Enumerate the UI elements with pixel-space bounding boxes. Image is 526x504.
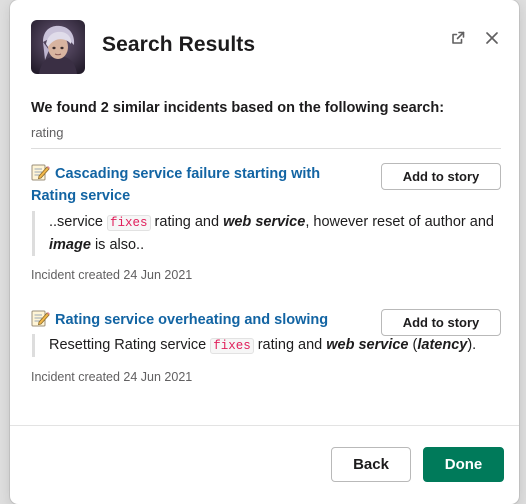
search-results-modal: Search Results We found 2 similar incide… xyxy=(10,0,519,504)
close-icon[interactable] xyxy=(482,28,502,48)
done-button[interactable]: Done xyxy=(423,447,504,482)
intro-text: We found 2 similar incidents based on th… xyxy=(31,100,445,116)
snippet-text: rating and xyxy=(253,337,327,353)
modal-title: Search Results xyxy=(102,33,256,56)
incident-created-date: Incident created 24 Jun 2021 xyxy=(31,268,193,282)
result-item: Rating service overheating and slowing A… xyxy=(31,309,501,384)
add-to-story-button[interactable]: Add to story xyxy=(381,309,501,336)
result-snippet: ..service fixes rating and web service, … xyxy=(32,211,501,256)
snippet-keyword: fixes xyxy=(210,338,254,354)
footer-divider xyxy=(10,425,519,426)
snippet-text: rating and xyxy=(150,214,224,230)
modal-header: Search Results xyxy=(10,0,519,90)
snippet-text: ). xyxy=(467,337,477,353)
snippet-keyword: fixes xyxy=(107,215,151,231)
snippet-emphasis: web service xyxy=(223,214,306,230)
result-title-link[interactable]: Rating service overheating and slowing xyxy=(31,309,363,331)
popout-icon[interactable] xyxy=(448,28,468,48)
snippet-emphasis: web service xyxy=(326,337,409,353)
snippet-text: ..service xyxy=(49,214,108,230)
divider xyxy=(31,148,501,149)
snippet-text: , however reset of author and xyxy=(305,214,494,230)
snippet-emphasis: latency xyxy=(417,337,468,353)
result-item: Cascading service failure starting with … xyxy=(31,163,501,282)
back-button[interactable]: Back xyxy=(331,447,411,482)
result-snippet: Resetting Rating service fixes rating an… xyxy=(32,334,501,357)
app-avatar xyxy=(31,20,85,74)
memo-icon xyxy=(31,164,50,181)
snippet-emphasis: image xyxy=(49,237,91,253)
modal-body: We found 2 similar incidents based on th… xyxy=(31,100,501,149)
add-to-story-button[interactable]: Add to story xyxy=(381,163,501,190)
result-title-text: Rating service overheating and slowing xyxy=(55,312,329,328)
memo-icon xyxy=(31,310,50,327)
result-title-text: Cascading service failure starting with … xyxy=(31,166,321,204)
snippet-text: is also.. xyxy=(90,237,145,253)
snippet-text: Resetting Rating service xyxy=(49,337,211,353)
search-query: rating xyxy=(31,125,64,140)
incident-created-date: Incident created 24 Jun 2021 xyxy=(31,370,193,384)
result-title-link[interactable]: Cascading service failure starting with … xyxy=(31,163,363,207)
